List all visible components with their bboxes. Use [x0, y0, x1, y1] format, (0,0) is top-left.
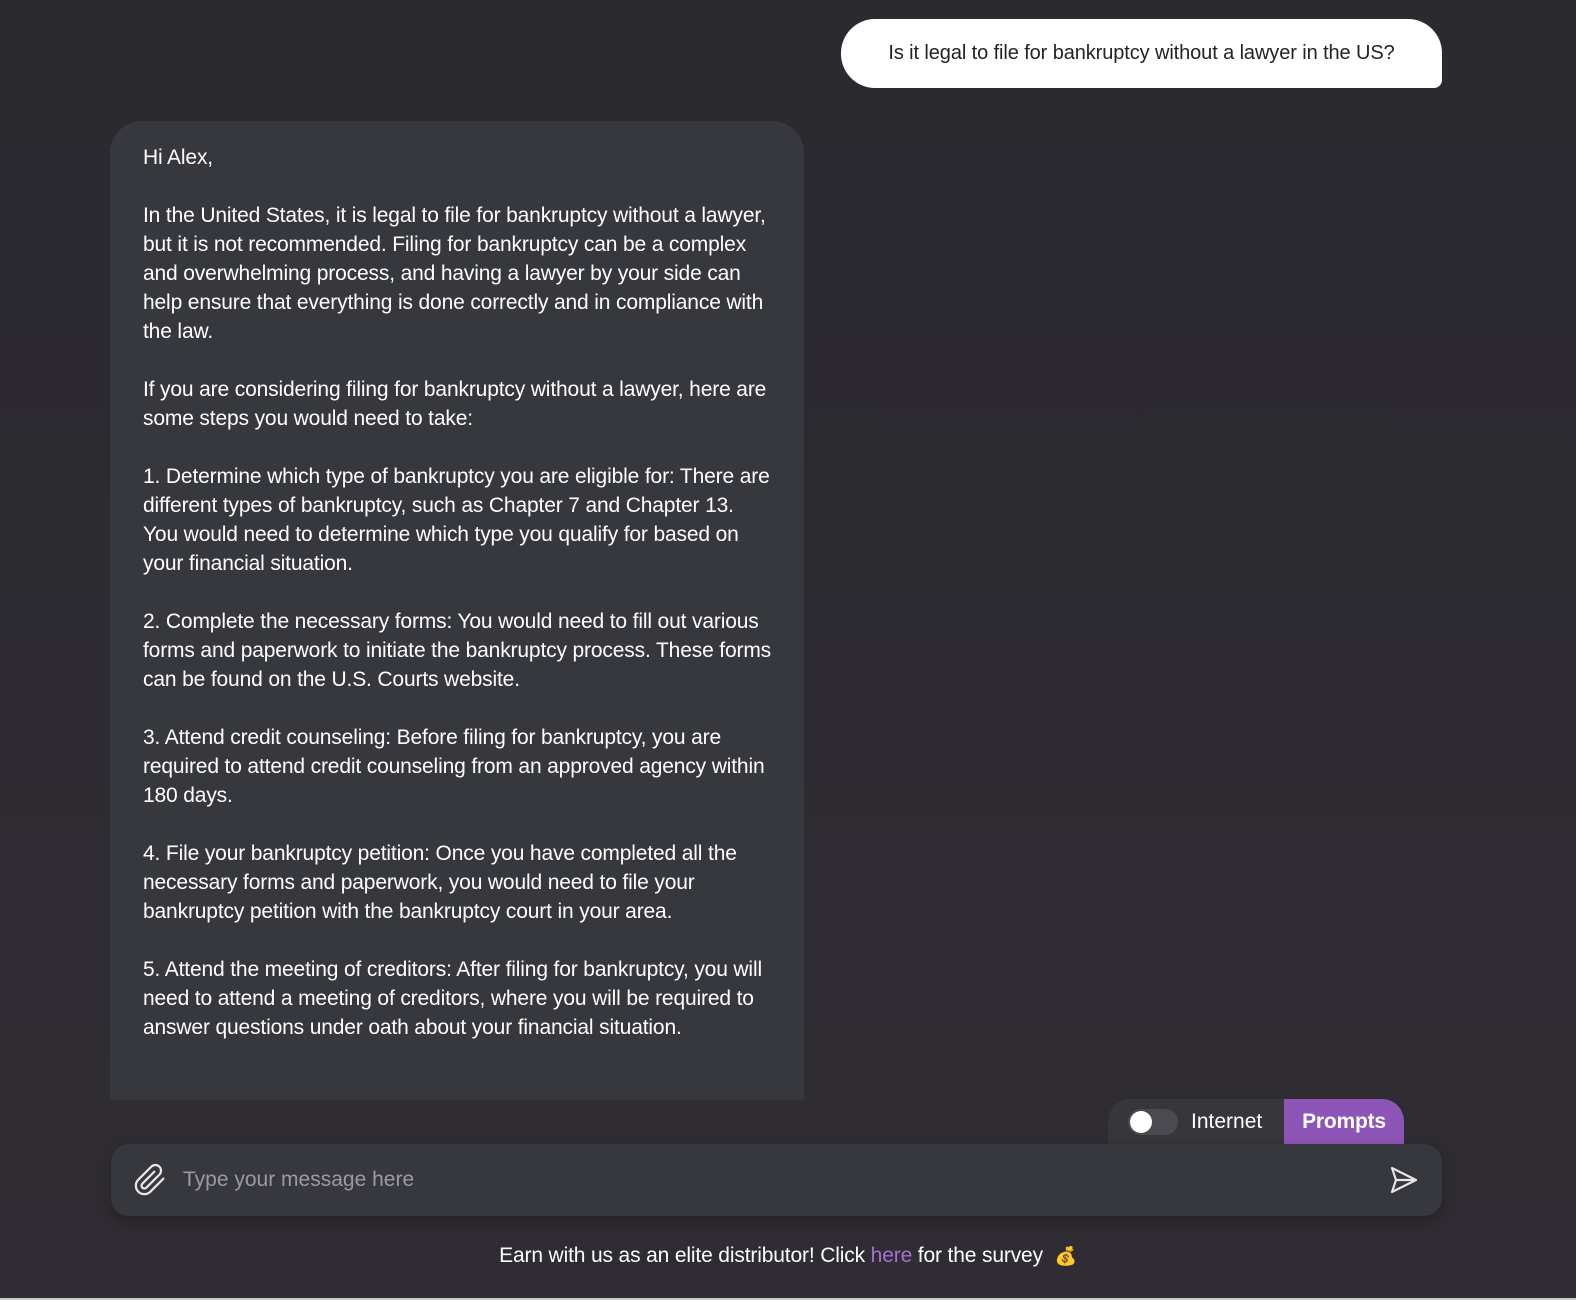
message-input[interactable] [183, 1160, 1372, 1200]
send-icon[interactable] [1388, 1164, 1420, 1196]
user-message-text: Is it legal to file for bankruptcy witho… [888, 42, 1395, 64]
assistant-step-4: 4. File your bankruptcy petition: Once y… [143, 842, 737, 923]
survey-link[interactable]: here [871, 1244, 913, 1267]
message-composer [111, 1144, 1442, 1216]
assistant-message-bubble: Hi Alex, In the United States, it is leg… [110, 121, 804, 1100]
chat-page: Is it legal to file for bankruptcy witho… [0, 0, 1576, 1300]
switch-knob [1130, 1110, 1152, 1133]
composer-toolbar: Internet Prompts [1108, 1099, 1404, 1144]
prompts-button[interactable]: Prompts [1284, 1099, 1404, 1144]
internet-label: Internet [1191, 1109, 1263, 1133]
user-message-bubble: Is it legal to file for bankruptcy witho… [841, 19, 1442, 88]
assistant-step-2: 2. Complete the necessary forms: You wou… [143, 610, 772, 691]
money-bag-icon: 💰 [1054, 1246, 1077, 1266]
assistant-paragraph: In the United States, it is legal to fil… [143, 204, 766, 343]
assistant-greeting: Hi Alex, [143, 146, 213, 169]
assistant-paragraph: If you are considering filing for bankru… [143, 378, 767, 430]
assistant-step-1: 1. Determine which type of bankruptcy yo… [143, 465, 770, 575]
footer-text-before: Earn with us as an elite distributor! Cl… [499, 1244, 865, 1267]
paperclip-icon[interactable] [133, 1163, 167, 1197]
footer-promo: Earn with us as an elite distributor! Cl… [0, 1244, 1576, 1268]
internet-switch[interactable] [1128, 1108, 1178, 1135]
internet-toggle[interactable]: Internet [1108, 1099, 1284, 1144]
assistant-step-5: 5. Attend the meeting of creditors: Afte… [143, 958, 762, 1039]
assistant-step-3: 3. Attend credit counseling: Before fili… [143, 726, 765, 807]
footer-text-after: for the survey [917, 1244, 1043, 1267]
